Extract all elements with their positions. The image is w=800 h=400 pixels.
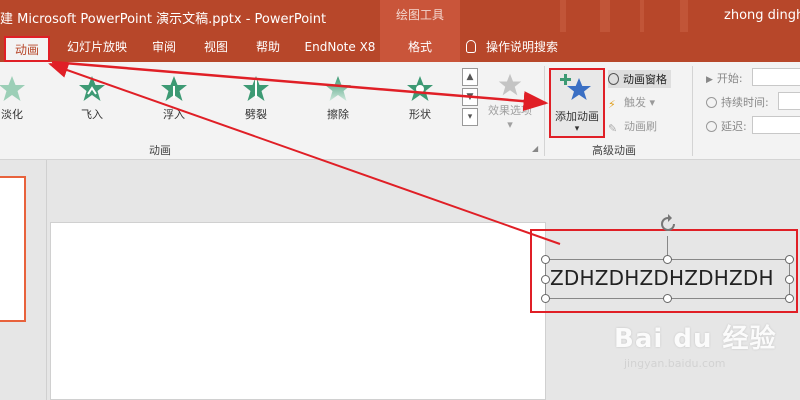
baidu-watermark: Bai du 经验 jingyan.baidu.com <box>614 318 794 370</box>
watermark-url: jingyan.baidu.com <box>624 357 726 370</box>
watermark-brand: Bai du 经验 <box>614 324 777 354</box>
arrow-textbox-to-tab <box>48 62 561 245</box>
arrow-tab-to-add-animation <box>51 60 549 112</box>
